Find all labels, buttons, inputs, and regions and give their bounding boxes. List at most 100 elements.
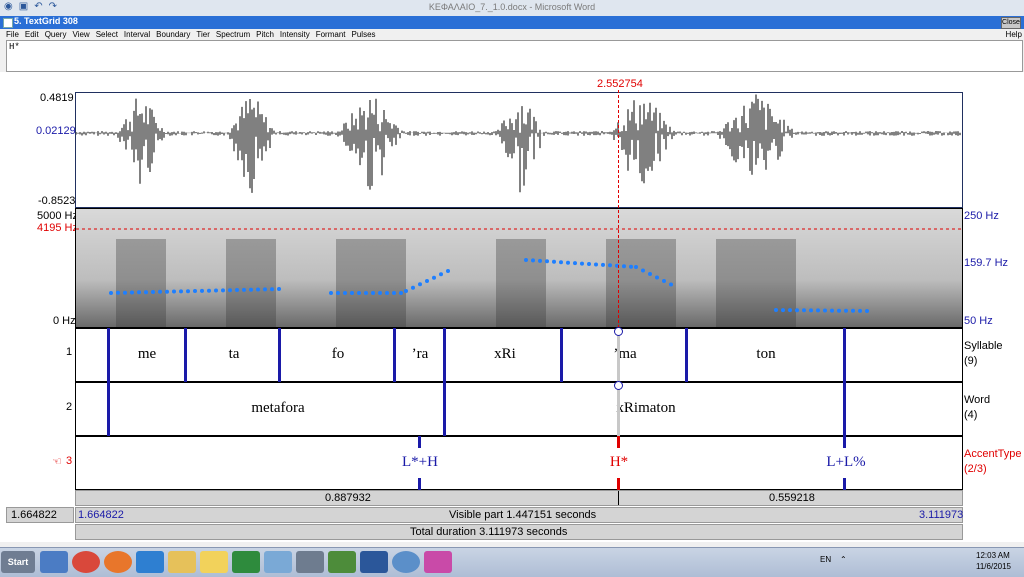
- boundary[interactable]: [560, 328, 563, 382]
- pitch-point: [634, 265, 638, 269]
- menu-pitch[interactable]: Pitch: [256, 29, 274, 40]
- excel-icon[interactable]: [232, 551, 260, 573]
- boundary[interactable]: [443, 328, 446, 382]
- sticky-notes-icon[interactable]: [200, 551, 228, 573]
- total-duration-bar[interactable]: Total duration 3.111973 seconds: [75, 524, 963, 540]
- boundary[interactable]: [843, 328, 846, 382]
- pitch-point: [669, 282, 673, 287]
- visible-part-bar[interactable]: 1.664822 Visible part 1.447151 seconds 3…: [75, 507, 963, 523]
- pitch-point: [186, 289, 190, 294]
- pitch-point: [270, 287, 274, 292]
- praat-window-title: 5. TextGrid 308: [14, 16, 78, 26]
- boundary[interactable]: [393, 328, 396, 382]
- pitch-point: [425, 279, 429, 283]
- interval-ta[interactable]: ta: [229, 346, 240, 363]
- pitch-point: [545, 259, 549, 264]
- interval-xri[interactable]: xRi: [494, 346, 516, 363]
- point-marker[interactable]: [843, 478, 846, 490]
- menu-tier[interactable]: Tier: [196, 29, 209, 40]
- start-button[interactable]: Start: [1, 551, 35, 573]
- pitch-point: [392, 291, 396, 295]
- interval-me[interactable]: me: [138, 346, 156, 363]
- app-icon[interactable]: [264, 551, 292, 573]
- menu-help[interactable]: Help: [1006, 29, 1022, 40]
- clock-time[interactable]: 12:03 AM: [976, 551, 1010, 560]
- menu-file[interactable]: File: [6, 29, 19, 40]
- tier-3-count: (2/3): [964, 463, 987, 475]
- tier-word[interactable]: metafora xRimaton: [75, 382, 963, 436]
- close-button[interactable]: Close: [1001, 17, 1021, 29]
- boundary-handle[interactable]: [614, 327, 623, 336]
- point-marker[interactable]: [843, 436, 846, 448]
- tier-syllable[interactable]: me ta fo ’ra xRi ’ma ton: [75, 328, 963, 382]
- pitch-point: [137, 290, 141, 295]
- pitch-point: [781, 308, 785, 313]
- chrome-icon[interactable]: [72, 551, 100, 573]
- pitch-point: [851, 308, 855, 313]
- menu-pulses[interactable]: Pulses: [352, 29, 376, 40]
- point-marker[interactable]: [418, 436, 421, 448]
- pitch-point: [378, 291, 382, 295]
- interval-xrimaton[interactable]: xRimaton: [616, 400, 675, 417]
- pitch-point: [165, 289, 169, 294]
- menu-view[interactable]: View: [72, 29, 89, 40]
- interval-ra[interactable]: ’ra: [412, 346, 429, 363]
- interval-ton[interactable]: ton: [756, 346, 775, 363]
- menu-boundary[interactable]: Boundary: [156, 29, 190, 40]
- boundary[interactable]: [184, 328, 187, 382]
- tier-1-number: 1: [66, 346, 73, 358]
- pitch-point: [608, 263, 612, 268]
- chart-app-icon[interactable]: [328, 551, 356, 573]
- tray-expand-icon[interactable]: ⌃: [840, 555, 847, 564]
- boundary[interactable]: [443, 382, 446, 436]
- menu-interval[interactable]: Interval: [124, 29, 150, 40]
- selection-bar[interactable]: 0.887932 0.559218: [75, 490, 963, 506]
- interval-text-field[interactable]: H*: [6, 40, 1023, 72]
- boundary[interactable]: [278, 328, 281, 382]
- language-indicator[interactable]: EN: [820, 555, 831, 564]
- media-icon[interactable]: [40, 551, 68, 573]
- printer-icon[interactable]: [296, 551, 324, 573]
- point-marker-selected[interactable]: [617, 436, 620, 448]
- pitch-point: [823, 308, 827, 313]
- waveform-panel[interactable]: [75, 92, 963, 208]
- word-icon[interactable]: [360, 551, 388, 573]
- point-marker[interactable]: [418, 478, 421, 490]
- internet-explorer-icon[interactable]: [136, 551, 164, 573]
- pitch-point: [277, 287, 281, 291]
- pitch-point: [144, 290, 148, 295]
- pitch-point: [357, 291, 361, 295]
- tier-3-pointer-icon: ☜: [52, 456, 62, 468]
- menu-edit[interactable]: Edit: [25, 29, 39, 40]
- tier-3-number: 3: [66, 455, 73, 467]
- point-h[interactable]: H*: [610, 454, 628, 471]
- pitch-point: [559, 260, 563, 265]
- point-ll[interactable]: L+L%: [826, 454, 865, 471]
- boundary[interactable]: [107, 328, 110, 382]
- pitch-point: [385, 291, 389, 295]
- boundary[interactable]: [685, 328, 688, 382]
- menu-query[interactable]: Query: [45, 29, 67, 40]
- file-explorer-icon[interactable]: [168, 551, 196, 573]
- firefox-icon[interactable]: [104, 551, 132, 573]
- point-marker-selected[interactable]: [617, 478, 620, 490]
- menu-select[interactable]: Select: [96, 29, 118, 40]
- network-app-icon[interactable]: [392, 551, 420, 573]
- interval-fo[interactable]: fo: [332, 346, 345, 363]
- praat-icon[interactable]: [424, 551, 452, 573]
- clock-date[interactable]: 11/6/2015: [976, 562, 1011, 571]
- interval-metafora[interactable]: metafora: [251, 400, 304, 417]
- waveform-graphic: [76, 94, 961, 193]
- point-lh[interactable]: L*+H: [402, 454, 438, 471]
- pitch-point: [446, 269, 450, 273]
- boundary[interactable]: [843, 382, 846, 436]
- menu-intensity[interactable]: Intensity: [280, 29, 310, 40]
- tier-accenttype[interactable]: L*+H H* L+L%: [75, 436, 963, 490]
- menu-spectrum[interactable]: Spectrum: [216, 29, 250, 40]
- menu-formant[interactable]: Formant: [316, 29, 346, 40]
- spectrogram-panel[interactable]: [75, 208, 963, 328]
- boundary-handle[interactable]: [614, 381, 623, 390]
- window-start-bar[interactable]: 1.664822: [6, 507, 74, 523]
- boundary[interactable]: [107, 382, 110, 436]
- pitch-point: [158, 289, 162, 294]
